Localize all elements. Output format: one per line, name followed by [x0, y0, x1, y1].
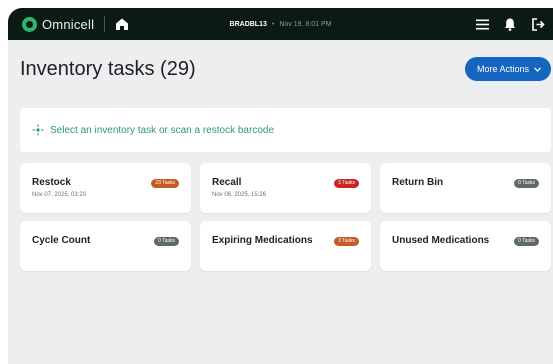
task-count-badge: 3 Tasks: [334, 237, 359, 246]
session-separator: •: [271, 20, 275, 28]
task-card-title: Cycle Count: [32, 235, 91, 246]
task-count-badge: 3 Tasks: [334, 179, 359, 188]
menu-icon[interactable]: [475, 17, 489, 31]
page-title: Inventory tasks (29): [20, 58, 196, 80]
task-card-title: Recall: [212, 177, 242, 188]
task-count-badge: 0 Tasks: [514, 179, 539, 188]
brand-logo: Omnicell: [22, 16, 95, 32]
task-card-title: Restock: [32, 177, 71, 188]
bell-icon[interactable]: [503, 17, 517, 31]
task-card-date: Nov 06, 2025, 15:26: [212, 192, 267, 198]
task-card-title: Return Bin: [392, 177, 444, 188]
task-count-badge: 23 Tasks: [151, 179, 179, 188]
more-actions-button[interactable]: More Actions: [464, 57, 551, 81]
task-card-date: Nov 07, 2025, 03:20: [32, 192, 87, 198]
task-card-restock[interactable]: Restock Nov 07, 2025, 03:20 23 Tasks: [20, 163, 191, 213]
task-card-unused-medications[interactable]: Unused Medications 0 Tasks: [380, 221, 551, 271]
task-card-title: Expiring Medications: [212, 235, 313, 246]
chevron-down-icon: [534, 66, 541, 72]
task-card-expiring-medications[interactable]: Expiring Medications 3 Tasks: [200, 221, 371, 271]
scan-prompt-text: Select an inventory task or scan a resto…: [50, 124, 275, 136]
brand-name: Omnicell: [42, 16, 95, 32]
task-card-cycle-count[interactable]: Cycle Count 0 Tasks: [20, 221, 191, 271]
logout-icon[interactable]: [531, 17, 545, 31]
task-count-badge: 0 Tasks: [514, 237, 539, 246]
header-actions: [475, 8, 545, 40]
scan-prompt-banner: Select an inventory task or scan a resto…: [20, 108, 551, 152]
task-card-recall[interactable]: Recall Nov 06, 2025, 15:26 3 Tasks: [200, 163, 371, 213]
more-actions-label: More Actions: [476, 64, 529, 74]
task-count-badge: 0 Tasks: [154, 237, 179, 246]
scan-target-icon: [32, 124, 44, 136]
task-card-title: Unused Medications: [392, 235, 490, 246]
session-datetime: Nov 19, 8:01 PM: [279, 20, 332, 28]
app-window: Omnicell BRADBL13 • Nov 19, 8:01 PM Inve…: [8, 8, 553, 364]
header-divider: [104, 16, 106, 32]
task-card-return-bin[interactable]: Return Bin 0 Tasks: [380, 163, 551, 213]
home-icon[interactable]: [115, 17, 129, 31]
omnicell-logo-icon: [22, 16, 37, 32]
top-bar: Omnicell BRADBL13 • Nov 19, 8:01 PM: [8, 8, 553, 40]
username: BRADBL13: [229, 20, 267, 28]
